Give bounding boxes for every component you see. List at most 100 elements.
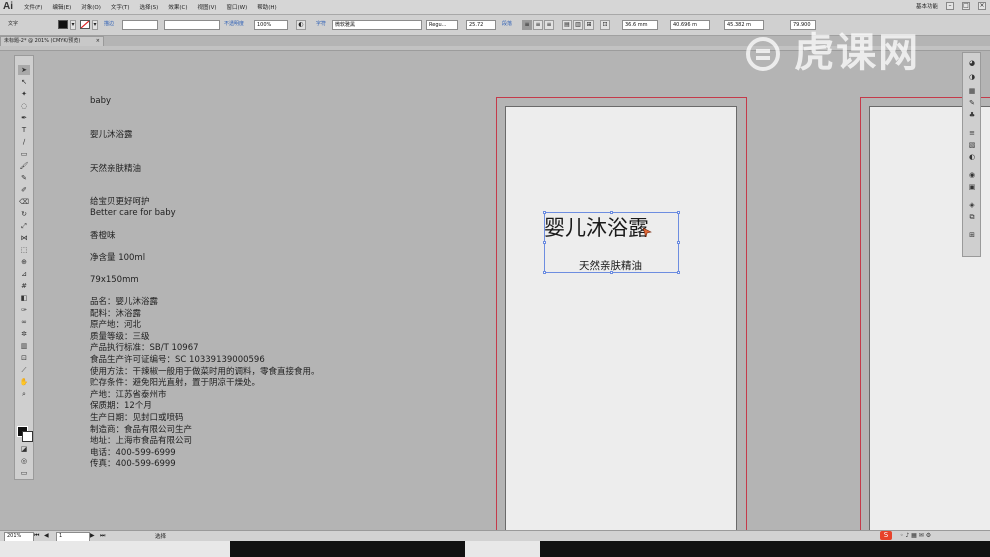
resize-handle[interactable] — [677, 241, 680, 244]
copy-flavor[interactable]: 香橙味 — [90, 231, 116, 242]
copy-slogan-en[interactable]: Better care for baby — [90, 208, 176, 219]
eyedropper-tool-icon[interactable]: ✑ — [18, 305, 30, 315]
color-mode-icon[interactable]: ◪ — [18, 444, 30, 454]
direct-selection-tool-icon[interactable]: ↖ — [18, 77, 30, 87]
font-style-field[interactable]: Regu... — [426, 20, 458, 30]
line-tool-icon[interactable]: ∕ — [18, 137, 30, 147]
resize-handle[interactable] — [543, 241, 546, 244]
fill-dropdown-icon[interactable]: ▾ — [70, 20, 76, 30]
resize-handle[interactable] — [543, 271, 546, 274]
align-left-icon[interactable]: ≡ — [522, 20, 532, 30]
symbol-sprayer-tool-icon[interactable]: ✲ — [18, 329, 30, 339]
symbols-panel-icon[interactable]: ♣ — [967, 111, 977, 119]
pen-tool-icon[interactable]: ✒ — [18, 113, 30, 123]
menu-select[interactable]: 选择(S) — [140, 3, 159, 11]
artboards-panel-icon[interactable]: ⧉ — [967, 213, 977, 221]
perspective-grid-tool-icon[interactable]: ⊿ — [18, 269, 30, 279]
selection-tool-icon[interactable]: ➤ — [18, 65, 30, 75]
eraser-tool-icon[interactable]: ⌫ — [18, 197, 30, 207]
stroke-weight-field[interactable] — [122, 20, 158, 30]
document-tab[interactable]: 未标题-2* @ 201% (CMYK/预览) × — [0, 36, 104, 46]
pencil-tool-icon[interactable]: ✎ — [18, 173, 30, 183]
appearance-panel-icon[interactable]: ◉ — [967, 171, 977, 179]
stroke-label[interactable]: 描边 — [104, 20, 114, 30]
y-position-field[interactable]: 40.696 m — [670, 20, 710, 30]
align-panel-icon[interactable]: ⊞ — [967, 231, 977, 239]
rectangle-tool-icon[interactable]: ▭ — [18, 149, 30, 159]
blend-tool-icon[interactable]: ∞ — [18, 317, 30, 327]
color-guide-icon[interactable]: ◑ — [967, 73, 977, 81]
stroke-color-icon[interactable] — [22, 431, 33, 442]
opacity-field[interactable]: 100% — [254, 20, 288, 30]
artboard-1[interactable] — [505, 106, 737, 537]
fill-swatch[interactable] — [58, 20, 68, 29]
next-artboard-icon[interactable]: ▶ — [90, 532, 95, 539]
paragraph-label[interactable]: 段落 — [502, 20, 512, 30]
width-tool-icon[interactable]: ⋈ — [18, 233, 30, 243]
selection-bounding-box[interactable] — [543, 211, 680, 274]
menu-view[interactable]: 视图(V) — [197, 3, 216, 11]
brushes-panel-icon[interactable]: ✎ — [967, 99, 977, 107]
magic-wand-tool-icon[interactable]: ✦ — [18, 89, 30, 99]
workspace-switcher[interactable]: 基本功能 — [916, 2, 938, 10]
stroke-swatch[interactable] — [80, 20, 90, 29]
copy-natural-oil[interactable]: 天然亲肤精油 — [90, 164, 141, 175]
resize-handle[interactable] — [610, 271, 613, 274]
first-artboard-icon[interactable]: ⏮ — [34, 532, 39, 540]
x-position-field[interactable]: 36.6 mm — [622, 20, 658, 30]
align-right-icon[interactable]: ≡ — [544, 20, 554, 30]
menu-object[interactable]: 对象(O) — [81, 3, 101, 11]
maximize-icon[interactable]: □ — [962, 2, 970, 10]
free-transform-tool-icon[interactable]: ⬚ — [18, 245, 30, 255]
menu-type[interactable]: 文字(T) — [111, 3, 130, 11]
transparency-panel-icon[interactable]: ◐ — [967, 153, 977, 161]
column-graph-tool-icon[interactable]: ▥ — [18, 341, 30, 351]
layers-panel-icon[interactable]: ◈ — [967, 201, 977, 209]
menu-edit[interactable]: 编辑(E) — [52, 3, 71, 11]
mesh-tool-icon[interactable]: # — [18, 281, 30, 291]
close-tab-icon[interactable]: × — [96, 37, 100, 46]
color-panel-icon[interactable]: ◕ — [967, 59, 977, 67]
align-objects-icon[interactable]: ▤ — [562, 20, 572, 30]
close-icon[interactable]: × — [978, 2, 986, 10]
resize-handle[interactable] — [677, 271, 680, 274]
variable-width-field[interactable] — [164, 20, 220, 30]
last-artboard-icon[interactable]: ⏭ — [100, 532, 105, 540]
font-family-field[interactable]: 微软雅黑 — [332, 20, 422, 30]
type-tool-icon[interactable]: T — [18, 125, 30, 135]
resize-handle[interactable] — [543, 211, 546, 214]
lasso-tool-icon[interactable]: ◌ — [18, 101, 30, 111]
hand-tool-icon[interactable]: ✋ — [18, 377, 30, 387]
copy-spec-block[interactable]: 品名：婴儿沐浴露 配料：沐浴露 原产地：河北 质量等级：三级 产品执行标准：SB… — [90, 297, 320, 471]
transform-icon[interactable]: ⊞ — [584, 20, 594, 30]
align-center-icon[interactable]: ≡ — [533, 20, 543, 30]
copy-net-content[interactable]: 净含量 100ml — [90, 253, 145, 264]
ime-icon[interactable]: S — [880, 531, 892, 540]
menu-window[interactable]: 窗口(W) — [227, 3, 248, 11]
shape-builder-tool-icon[interactable]: ⊕ — [18, 257, 30, 267]
menu-effect[interactable]: 效果(C) — [168, 3, 187, 11]
artboard-tool-icon[interactable]: ⊡ — [18, 353, 30, 363]
menu-file[interactable]: 文件(F) — [24, 3, 42, 11]
blob-brush-tool-icon[interactable]: ✐ — [18, 185, 30, 195]
draw-mode-icon[interactable]: ◎ — [18, 456, 30, 466]
zoom-tool-icon[interactable]: ⌕ — [18, 389, 30, 399]
screen-mode-icon[interactable]: ▭ — [18, 468, 30, 478]
rotate-tool-icon[interactable]: ↻ — [18, 209, 30, 219]
scale-tool-icon[interactable]: ⤢ — [18, 221, 30, 231]
swatches-panel-icon[interactable]: ▦ — [967, 87, 977, 95]
gradient-panel-icon[interactable]: ▧ — [967, 141, 977, 149]
graphic-styles-panel-icon[interactable]: ▣ — [967, 183, 977, 191]
stroke-panel-icon[interactable]: ≡ — [967, 129, 977, 137]
reference-point-icon[interactable]: ⊡ — [600, 20, 610, 30]
paintbrush-tool-icon[interactable]: 🖌 — [18, 161, 30, 171]
resize-handle[interactable] — [610, 211, 613, 214]
character-label[interactable]: 字符 — [316, 20, 326, 30]
opacity-label[interactable]: 不透明度 — [224, 20, 244, 30]
gradient-tool-icon[interactable]: ◧ — [18, 293, 30, 303]
slice-tool-icon[interactable]: ⟋ — [18, 365, 30, 375]
distribute-icon[interactable]: ▥ — [573, 20, 583, 30]
copy-size[interactable]: 79x150mm — [90, 275, 139, 286]
prev-artboard-icon[interactable]: ◀ — [44, 532, 49, 539]
menu-help[interactable]: 帮助(H) — [257, 3, 276, 11]
